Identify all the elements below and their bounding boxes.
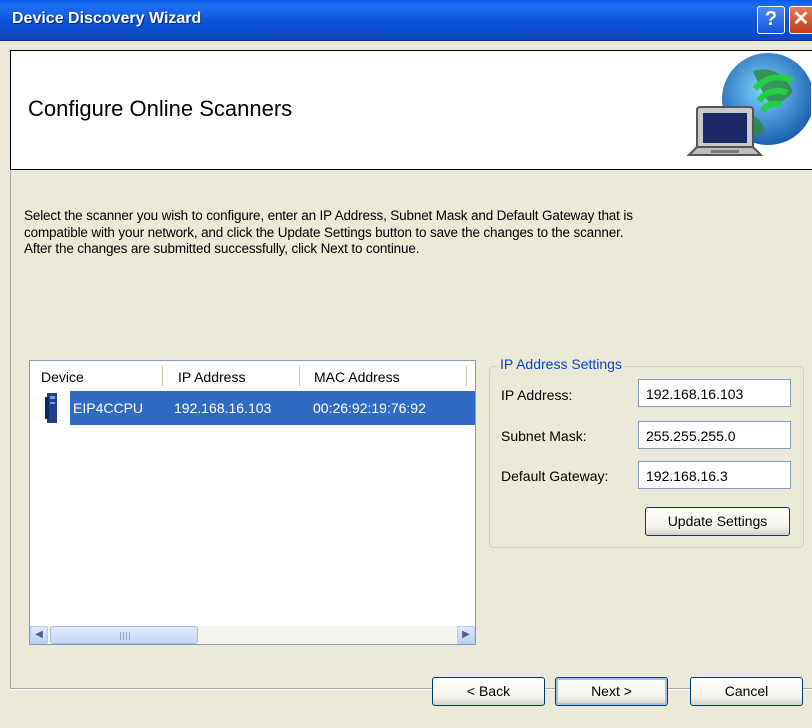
default-gateway-label: Default Gateway: [501, 468, 609, 484]
subnet-mask-field[interactable]: 255.255.255.0 [638, 421, 791, 449]
column-divider[interactable] [162, 366, 163, 386]
title-bar: Device Discovery Wizard ? ✕ [0, 0, 812, 41]
laptop-network-icon [686, 53, 811, 156]
column-divider[interactable] [299, 366, 300, 386]
next-button[interactable]: Next > [555, 677, 668, 706]
scrollbar-grip-icon [120, 632, 130, 640]
subnet-mask-label: Subnet Mask: [501, 428, 587, 444]
cell-ip-address: 192.168.16.103 [174, 400, 272, 416]
back-button[interactable]: < Back [432, 677, 545, 706]
scroll-right-button[interactable]: ▶ [457, 626, 475, 644]
ip-address-field[interactable]: 192.168.16.103 [638, 379, 791, 407]
help-button[interactable]: ? [757, 6, 785, 34]
update-settings-button[interactable]: Update Settings [645, 507, 790, 536]
wizard-header: Configure Online Scanners [10, 50, 812, 170]
device-list-header: Device IP Address MAC Address [30, 361, 475, 390]
close-button[interactable]: ✕ [789, 6, 812, 34]
column-header-device[interactable]: Device [41, 369, 84, 385]
ip-address-label: IP Address: [501, 387, 573, 403]
ip-settings-group-title: IP Address Settings [498, 356, 624, 372]
cancel-button[interactable]: Cancel [690, 677, 803, 706]
device-list[interactable]: Device IP Address MAC Address EIP4CCPU 1… [29, 360, 476, 645]
instructions-text: Select the scanner you wish to configure… [24, 208, 633, 256]
scrollbar-thumb[interactable] [50, 626, 198, 644]
default-gateway-field[interactable]: 192.168.16.3 [638, 461, 791, 489]
cell-device: EIP4CCPU [73, 400, 144, 416]
scroll-left-button[interactable]: ◀ [30, 626, 48, 644]
window-title: Device Discovery Wizard [12, 10, 202, 27]
dialog-left-edge [10, 170, 11, 688]
column-header-mac-address[interactable]: MAC Address [314, 369, 400, 385]
page-title: Configure Online Scanners [28, 96, 293, 121]
scanner-device-icon [45, 393, 57, 423]
horizontal-scrollbar[interactable]: ◀ ▶ [30, 626, 475, 644]
column-divider[interactable] [466, 366, 467, 386]
table-row[interactable]: EIP4CCPU 192.168.16.103 00:26:92:19:76:9… [30, 391, 475, 425]
cell-mac-address: 00:26:92:19:76:92 [313, 400, 426, 416]
column-header-ip-address[interactable]: IP Address [178, 369, 245, 385]
